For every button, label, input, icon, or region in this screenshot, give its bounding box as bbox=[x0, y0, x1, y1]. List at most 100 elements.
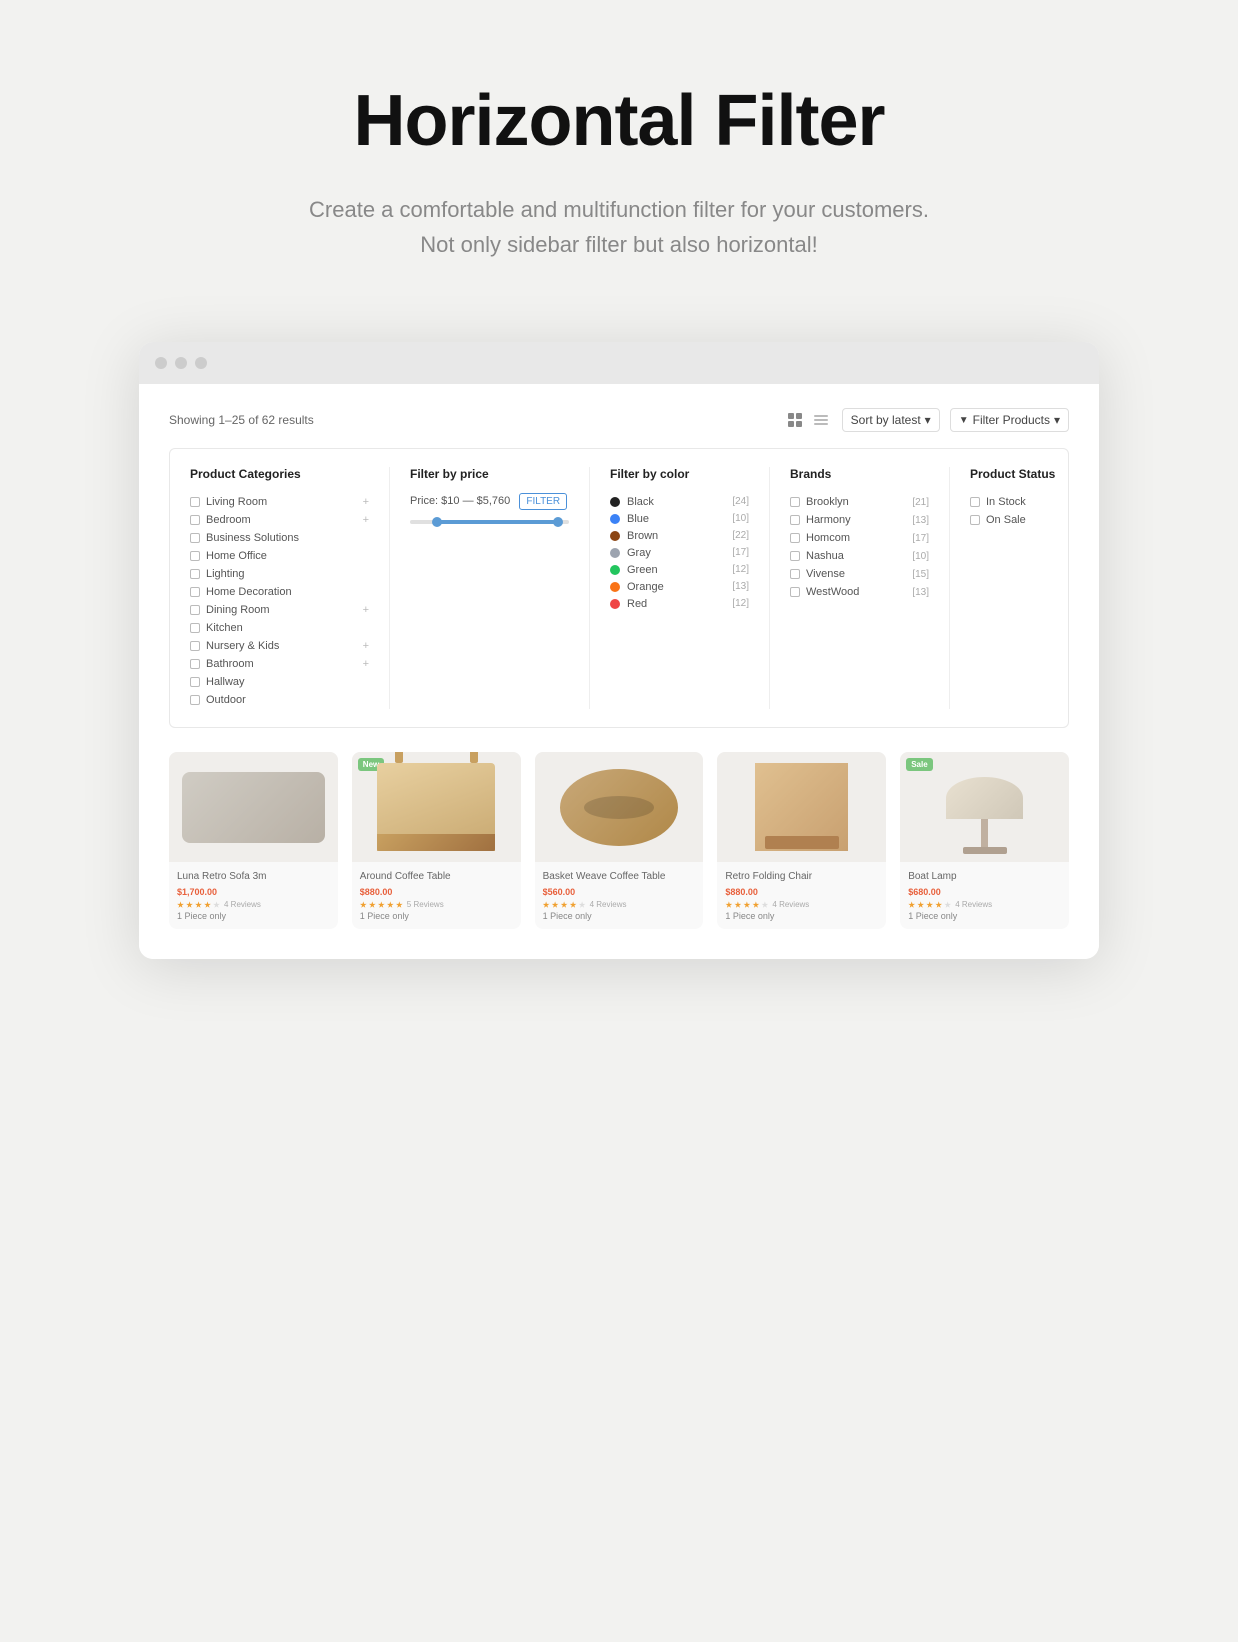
cat-item-left: Bedroom bbox=[190, 514, 251, 526]
price-range-text: Price: $10 — $5,760 bbox=[410, 495, 510, 507]
list-item: Living Room + bbox=[190, 493, 369, 511]
sort-dropdown[interactable]: Sort by latest ▾ bbox=[842, 408, 940, 432]
brand-checkbox-nashua[interactable] bbox=[790, 551, 800, 561]
brand-count: [17] bbox=[912, 533, 929, 544]
list-view-button[interactable] bbox=[810, 409, 832, 431]
category-checkbox-bathroom[interactable] bbox=[190, 659, 200, 669]
category-checkbox-nursery[interactable] bbox=[190, 641, 200, 651]
product-stock: 1 Piece only bbox=[177, 911, 330, 921]
product-card[interactable]: Luna Retro Sofa 3m $1,700.00 4 Reviews bbox=[169, 752, 338, 929]
filter-price-section: Filter by price Price: $10 — $5,760 FILT… bbox=[390, 467, 590, 709]
brand-left: Vivense bbox=[790, 568, 845, 580]
color-count: [13] bbox=[732, 581, 749, 592]
star-icon bbox=[396, 901, 403, 908]
color-swatch-orange[interactable] bbox=[610, 582, 620, 592]
category-checkbox-bedroom[interactable] bbox=[190, 515, 200, 525]
list-item: Bedroom + bbox=[190, 511, 369, 529]
slider-thumb-min[interactable] bbox=[432, 517, 442, 527]
color-label: Blue bbox=[627, 513, 649, 525]
color-label: Black bbox=[627, 496, 654, 508]
list-item: Orange [13] bbox=[610, 578, 749, 595]
list-item: Brown [22] bbox=[610, 527, 749, 544]
product-card[interactable]: Sale Boat Lamp $680.00 bbox=[900, 752, 1069, 929]
category-checkbox-outdoor[interactable] bbox=[190, 695, 200, 705]
page-subtitle: Create a comfortable and multifunction f… bbox=[309, 192, 929, 262]
category-checkbox-business[interactable] bbox=[190, 533, 200, 543]
brand-checkbox-harmony[interactable] bbox=[790, 515, 800, 525]
list-item: Blue [10] bbox=[610, 510, 749, 527]
product-price-row: $560.00 bbox=[543, 887, 696, 897]
expand-icon[interactable]: + bbox=[363, 604, 369, 616]
slider-thumb-max[interactable] bbox=[553, 517, 563, 527]
review-count: 5 Reviews bbox=[407, 900, 444, 909]
category-checkbox-hallway[interactable] bbox=[190, 677, 200, 687]
color-swatch-black[interactable] bbox=[610, 497, 620, 507]
price-filter-button[interactable]: FILTER bbox=[519, 493, 567, 510]
expand-icon[interactable]: + bbox=[363, 640, 369, 652]
brand-count: [10] bbox=[912, 551, 929, 562]
category-label: Bathroom bbox=[206, 658, 254, 670]
results-count: Showing 1–25 of 62 results bbox=[169, 413, 314, 427]
color-swatch-gray[interactable] bbox=[610, 548, 620, 558]
price-range-slider[interactable] bbox=[410, 520, 569, 524]
list-item: Vivense [15] bbox=[790, 565, 929, 583]
product-card[interactable]: Retro Folding Chair $880.00 4 Reviews bbox=[717, 752, 886, 929]
star-icon bbox=[213, 901, 220, 908]
filter-label: Filter Products bbox=[973, 413, 1050, 427]
filter-status-section: Product Status In Stock On Sale bbox=[950, 467, 1099, 709]
brand-left: Brooklyn bbox=[790, 496, 849, 508]
list-item: Black [24] bbox=[610, 493, 749, 510]
product-card[interactable]: Basket Weave Coffee Table $560.00 4 Revi… bbox=[535, 752, 704, 929]
color-swatch-brown[interactable] bbox=[610, 531, 620, 541]
grid-icon-cell bbox=[796, 421, 802, 427]
grid-icon-cell bbox=[796, 413, 802, 419]
brand-checkbox-westwood[interactable] bbox=[790, 587, 800, 597]
brand-checkbox-brooklyn[interactable] bbox=[790, 497, 800, 507]
top-bar: Showing 1–25 of 62 results bbox=[169, 408, 1069, 432]
brand-count: [15] bbox=[912, 569, 929, 580]
grid-view-button[interactable] bbox=[784, 409, 806, 431]
browser-dot-red bbox=[155, 357, 167, 369]
brand-label: WestWood bbox=[806, 586, 859, 598]
product-card[interactable]: New Around Coffee Table $880.00 bbox=[352, 752, 521, 929]
status-label: On Sale bbox=[986, 514, 1026, 526]
category-checkbox-lighting[interactable] bbox=[190, 569, 200, 579]
star-icon bbox=[725, 901, 732, 908]
review-count: 4 Reviews bbox=[590, 900, 627, 909]
category-checkbox-home-deco[interactable] bbox=[190, 587, 200, 597]
category-label: Bedroom bbox=[206, 514, 251, 526]
expand-icon[interactable]: + bbox=[363, 496, 369, 508]
product-price: $880.00 bbox=[725, 887, 758, 897]
list-item: Harmony [13] bbox=[790, 511, 929, 529]
category-label: Living Room bbox=[206, 496, 267, 508]
color-swatch-red[interactable] bbox=[610, 599, 620, 609]
list-item: Home Decoration bbox=[190, 583, 369, 601]
brand-checkbox-homcom[interactable] bbox=[790, 533, 800, 543]
filter-products-button[interactable]: ▼ Filter Products ▾ bbox=[950, 408, 1069, 432]
brand-count: [13] bbox=[912, 515, 929, 526]
category-checkbox-dining[interactable] bbox=[190, 605, 200, 615]
browser-content: Showing 1–25 of 62 results bbox=[139, 384, 1099, 959]
category-checkbox-living-room[interactable] bbox=[190, 497, 200, 507]
status-checkbox-onsale[interactable] bbox=[970, 515, 980, 525]
color-swatch-blue[interactable] bbox=[610, 514, 620, 524]
list-item: Kitchen bbox=[190, 619, 369, 637]
category-checkbox-home-office[interactable] bbox=[190, 551, 200, 561]
cat-item-left: Bathroom bbox=[190, 658, 254, 670]
star-icon bbox=[734, 901, 741, 908]
product-name: Retro Folding Chair bbox=[725, 870, 878, 883]
brands-title: Brands bbox=[790, 467, 929, 481]
expand-icon[interactable]: + bbox=[363, 514, 369, 526]
expand-icon[interactable]: + bbox=[363, 658, 369, 670]
star-icon bbox=[908, 901, 915, 908]
brand-left: WestWood bbox=[790, 586, 859, 598]
status-checkbox-instock[interactable] bbox=[970, 497, 980, 507]
star-icon bbox=[543, 901, 550, 908]
star-icon bbox=[743, 901, 750, 908]
color-label: Red bbox=[627, 598, 647, 610]
category-checkbox-kitchen[interactable] bbox=[190, 623, 200, 633]
brand-checkbox-vivense[interactable] bbox=[790, 569, 800, 579]
product-info: Basket Weave Coffee Table $560.00 4 Revi… bbox=[535, 862, 704, 929]
color-swatch-green[interactable] bbox=[610, 565, 620, 575]
review-count: 4 Reviews bbox=[955, 900, 992, 909]
